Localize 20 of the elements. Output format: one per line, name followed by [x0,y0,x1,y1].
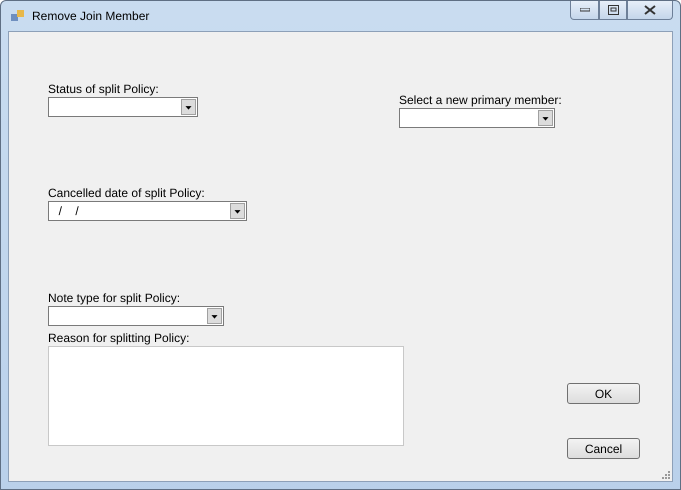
dropdown-field[interactable] [48,306,224,326]
field-label: Cancelled date of split Policy: [48,186,206,200]
minimize-button[interactable] [570,1,599,20]
close-icon [644,5,656,15]
field-label: Reason for splitting Policy: [48,331,190,345]
field-label: Note type for split Policy: [48,291,182,305]
maximize-icon [608,5,618,15]
minimize-icon [580,8,590,12]
date-picker[interactable]: / / [48,201,247,221]
field-label: Select a new primary member: [399,93,562,107]
dropdown-field[interactable] [399,108,555,128]
cancel-button[interactable]: Cancel [567,438,640,459]
app-icon [10,8,26,24]
ok-button[interactable]: OK [567,383,640,404]
close-button[interactable] [627,1,673,20]
resize-grip-icon[interactable] [662,471,670,479]
dropdown-field[interactable] [48,97,198,117]
window-title: Remove Join Member [32,9,150,23]
maximize-button[interactable] [599,1,627,20]
field-label: Status of split Policy: [48,82,160,96]
